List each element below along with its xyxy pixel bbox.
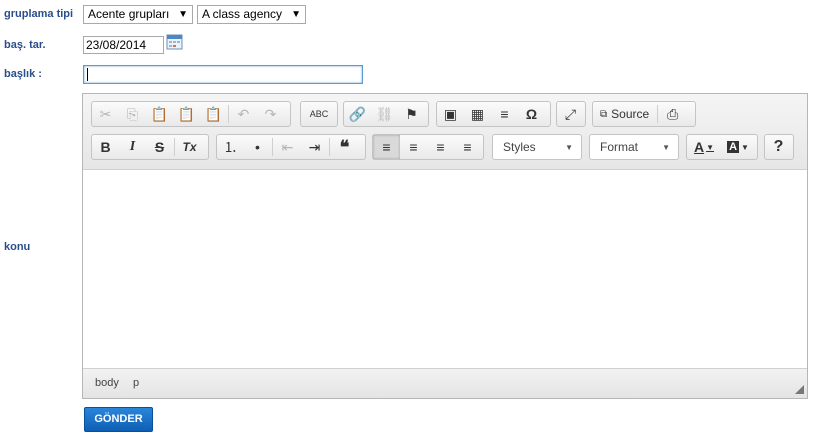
background-color-icon[interactable]: A ▼ <box>721 135 755 159</box>
dropdown-arrow-icon: ▼ <box>178 9 188 20</box>
maximize-icon[interactable]: ⤢ <box>557 102 584 126</box>
styles-combo[interactable]: Styles ▼ <box>492 134 582 160</box>
dropdown-arrow-icon: ▼ <box>565 142 573 152</box>
editor-toolbar: ✂ ⎘ 📋 📋 📋 ↶ ↷ ABC 🔗 ⛓ ⚑ ▣ ▦ ≡ Ω ⤢ ⧉ Sour… <box>83 94 807 170</box>
separator <box>228 105 229 123</box>
styles-label: Styles <box>503 140 536 154</box>
remove-format-icon[interactable]: Tx <box>176 135 203 159</box>
subject-label: konu <box>4 241 31 253</box>
numbered-list-icon[interactable]: ⒈ <box>217 135 244 159</box>
links-group: 🔗 ⛓ ⚑ <box>343 101 429 127</box>
align-left-icon[interactable]: ≡ <box>373 135 400 159</box>
start-date-label: baş. tar. <box>4 39 46 51</box>
start-date-input[interactable]: 23/08/2014 <box>83 36 164 54</box>
group-type-value: Acente grupları <box>88 7 170 21</box>
redo-icon[interactable]: ↷ <box>257 102 284 126</box>
dropdown-arrow-icon: ▼ <box>291 9 301 20</box>
link-icon[interactable]: 🔗 <box>344 102 371 126</box>
colors-group: A ▼ A ▼ <box>686 134 758 160</box>
horizontal-rule-icon[interactable]: ≡ <box>491 102 518 126</box>
copy-icon[interactable]: ⎘ <box>119 102 146 126</box>
separator <box>174 138 175 156</box>
indent-icon[interactable]: ⇥ <box>301 135 328 159</box>
editor-statusbar: body p <box>83 368 807 398</box>
unlink-icon[interactable]: ⛓ <box>371 102 398 126</box>
clipboard-group: ✂ ⎘ 📋 📋 📋 ↶ ↷ <box>91 101 291 127</box>
format-combo[interactable]: Format ▼ <box>589 134 679 160</box>
agency-value: A class agency <box>202 7 283 21</box>
rich-text-editor[interactable]: ✂ ⎘ 📋 📋 📋 ↶ ↷ ABC 🔗 ⛓ ⚑ ▣ ▦ ≡ Ω ⤢ ⧉ Sour… <box>82 93 808 399</box>
basic-styles-group: B I S Tx <box>91 134 209 160</box>
document-group: ⧉ Source ⎙ <box>592 101 696 127</box>
group-type-label: gruplama tipi <box>4 8 74 20</box>
editor-content-area[interactable] <box>83 170 807 368</box>
anchor-icon[interactable]: ⚑ <box>398 102 425 126</box>
calendar-icon[interactable] <box>166 33 183 50</box>
source-icon: ⧉ <box>600 108 608 120</box>
agency-select[interactable]: A class agency ▼ <box>197 5 306 24</box>
cut-icon[interactable]: ✂ <box>92 102 119 126</box>
spellcheck-icon[interactable]: ABC <box>301 102 337 126</box>
group-type-select[interactable]: Acente grupları ▼ <box>83 5 193 24</box>
separator <box>272 138 273 156</box>
maximize-group: ⤢ <box>556 101 586 127</box>
text-color-icon[interactable]: A ▼ <box>687 135 721 159</box>
align-group: ≡ ≡ ≡ ≡ <box>372 134 484 160</box>
title-input[interactable] <box>83 65 363 84</box>
strike-icon[interactable]: S <box>146 135 173 159</box>
undo-icon[interactable]: ↶ <box>230 102 257 126</box>
submit-button[interactable]: GÖNDER <box>84 407 153 432</box>
preview-icon[interactable]: ⎙ <box>659 102 686 126</box>
bullet-list-icon[interactable]: • <box>244 135 271 159</box>
help-icon[interactable]: ? <box>765 135 792 159</box>
blockquote-icon[interactable]: ❝ <box>331 135 358 159</box>
special-char-icon[interactable]: Ω <box>518 102 545 126</box>
justify-icon[interactable]: ≡ <box>454 135 481 159</box>
paste-word-icon[interactable]: 📋 <box>200 102 227 126</box>
text-caret <box>87 68 88 81</box>
separator <box>329 138 330 156</box>
insert-group: ▣ ▦ ≡ Ω <box>436 101 551 127</box>
bold-icon[interactable]: B <box>92 135 119 159</box>
table-icon[interactable]: ▦ <box>464 102 491 126</box>
title-label: başlık : <box>4 68 42 80</box>
italic-icon[interactable]: I <box>119 135 146 159</box>
path-p[interactable]: p <box>133 377 139 389</box>
dropdown-arrow-icon: ▼ <box>662 142 670 152</box>
source-button[interactable]: ⧉ Source <box>593 102 656 126</box>
outdent-icon[interactable]: ⇤ <box>274 135 301 159</box>
paste-icon[interactable]: 📋 <box>146 102 173 126</box>
spellcheck-group: ABC <box>300 101 338 127</box>
format-label: Format <box>600 140 639 154</box>
separator <box>657 105 659 123</box>
resize-handle-icon[interactable] <box>795 385 804 394</box>
paragraph-group: ⒈ • ⇤ ⇥ ❝ <box>216 134 366 160</box>
align-center-icon[interactable]: ≡ <box>400 135 427 159</box>
help-group: ? <box>764 134 794 160</box>
source-label: Source <box>611 107 650 121</box>
path-body[interactable]: body <box>95 377 119 389</box>
align-right-icon[interactable]: ≡ <box>427 135 454 159</box>
paste-text-icon[interactable]: 📋 <box>173 102 200 126</box>
image-icon[interactable]: ▣ <box>437 102 464 126</box>
